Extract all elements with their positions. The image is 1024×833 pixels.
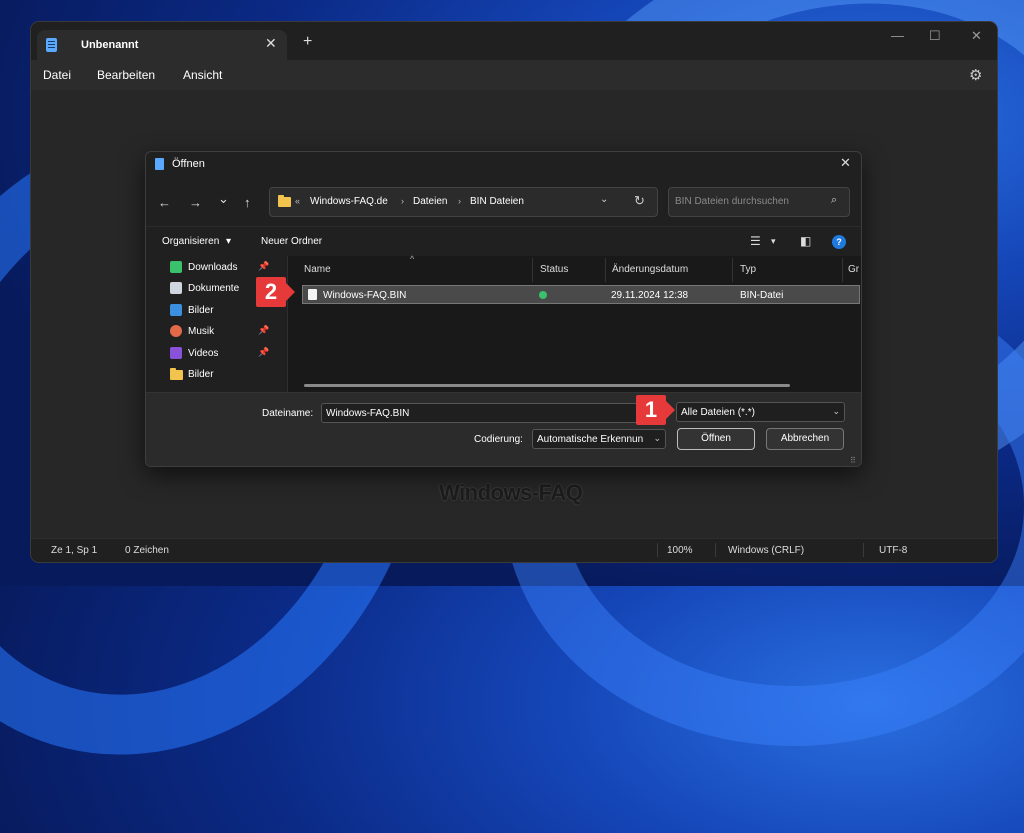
filetype-value: Alle Dateien (*.*) (681, 407, 755, 418)
status-encoding: UTF-8 (879, 545, 908, 556)
nav-item-label: Downloads (188, 262, 238, 273)
preview-pane-icon[interactable]: ◧ (800, 234, 811, 248)
nav-item-label: Dokumente (188, 283, 240, 294)
minimize-button[interactable]: — (891, 28, 904, 43)
folder-icon (170, 368, 183, 380)
file-list: Name ^ Status Änderungsdatum Typ Gr Wind… (288, 254, 861, 392)
nav-item-downloads[interactable]: Downloads 📌 (146, 258, 287, 278)
status-zoom: 100% (667, 545, 693, 556)
search-placeholder: BIN Dateien durchsuchen (675, 196, 789, 207)
close-button[interactable]: ✕ (971, 28, 982, 44)
column-header-status[interactable]: Status (532, 256, 604, 282)
watermark-text: Windows-FAQ (439, 480, 583, 505)
breadcrumb-separator: › (401, 196, 404, 206)
filetype-select[interactable]: Alle Dateien (*.*) ⌄ (676, 402, 845, 422)
annotation-badge-1: 1 (636, 395, 675, 425)
cancel-button[interactable]: Abbrechen (766, 428, 844, 450)
breadcrumb-bin-dateien[interactable]: BIN Dateien (470, 196, 524, 207)
nav-item-videos[interactable]: Videos 📌 (146, 344, 287, 364)
nav-item-pictures-folder[interactable]: Bilder (146, 365, 287, 385)
nav-item-label: Bilder (188, 305, 214, 316)
new-folder-button[interactable]: Neuer Ordner (261, 236, 322, 247)
forward-arrow-icon[interactable]: → (189, 195, 202, 210)
menu-view[interactable]: Ansicht (183, 68, 222, 82)
pin-icon[interactable]: 📌 (258, 261, 269, 272)
file-type: BIN-Datei (740, 290, 784, 301)
file-icon (308, 289, 317, 300)
file-date: 29.11.2024 12:38 (611, 290, 689, 301)
chevron-down-icon: ⌄ (653, 433, 661, 443)
open-file-dialog: Öffnen ✕ ← → ⌄ ↑ « Windows-FAQ.de › Date… (145, 151, 862, 467)
chevron-down-icon: ⌄ (832, 406, 840, 416)
tab-close-icon[interactable]: ✕ (265, 35, 277, 52)
status-char-count: 0 Zeichen (125, 545, 169, 556)
status-line-endings: Windows (CRLF) (728, 545, 805, 556)
folder-icon (278, 195, 291, 207)
file-row[interactable]: Windows-FAQ.BIN 29.11.2024 12:38 BIN-Dat… (302, 285, 860, 304)
filename-input[interactable]: Windows-FAQ.BIN (321, 403, 666, 423)
menu-edit[interactable]: Bearbeiten (97, 68, 155, 82)
new-tab-button[interactable]: + (303, 34, 312, 50)
annotation-badge-2: 2 (256, 277, 295, 307)
address-dropdown-chevron-icon[interactable]: ⌄ (600, 194, 608, 205)
music-icon (170, 325, 182, 337)
column-header-size[interactable]: Gr (840, 256, 860, 282)
dialog-close-icon[interactable]: ✕ (840, 155, 851, 171)
file-name: Windows-FAQ.BIN (323, 290, 407, 301)
breadcrumb-separator: › (458, 196, 461, 206)
dialog-toolbar: Organisieren ▾ Neuer Ordner ☰ ▾ ◧ ? (146, 226, 861, 257)
nav-item-label: Musik (188, 326, 215, 337)
breadcrumb-windows-faq[interactable]: Windows-FAQ.de (310, 196, 388, 207)
status-position: Ze 1, Sp 1 (51, 545, 98, 556)
column-header-date[interactable]: Änderungsdatum (604, 256, 732, 282)
help-icon[interactable]: ? (832, 235, 846, 249)
title-bar: Unbenannt ✕ + — ☐ ✕ (31, 22, 997, 60)
resize-grip-icon[interactable]: ⠿ (850, 456, 856, 465)
dialog-title: Öffnen (172, 158, 205, 170)
status-bar: Ze 1, Sp 1 0 Zeichen 100% Windows (CRLF)… (31, 538, 997, 562)
view-options-chevron-icon[interactable]: ▾ (771, 236, 776, 247)
settings-gear-icon[interactable]: ⚙ (969, 66, 982, 84)
menu-bar: Datei Bearbeiten Ansicht ⚙ (31, 60, 997, 90)
navigation-bar: ← → ⌄ ↑ « Windows-FAQ.de › Dateien › BIN… (146, 178, 861, 226)
nav-item-label: Videos (188, 348, 219, 359)
up-arrow-icon[interactable]: ↑ (244, 195, 251, 210)
sort-indicator-icon: ^ (410, 254, 415, 264)
tab-unbenannt[interactable]: Unbenannt ✕ (37, 30, 287, 60)
horizontal-scrollbar[interactable] (304, 384, 790, 387)
search-input[interactable]: BIN Dateien durchsuchen ⌕ (668, 187, 850, 217)
organize-chevron-icon[interactable]: ▾ (226, 236, 231, 247)
pin-icon[interactable]: 📌 (258, 347, 269, 358)
menu-file[interactable]: Datei (43, 68, 71, 82)
organize-button[interactable]: Organisieren (162, 236, 219, 247)
tab-title: Unbenannt (81, 39, 139, 51)
sync-ok-icon (539, 291, 547, 299)
filename-label: Dateiname: (262, 408, 314, 419)
encoding-select[interactable]: Automatische Erkennun ⌄ (532, 429, 666, 449)
documents-icon (170, 282, 182, 294)
refresh-icon[interactable]: ↻ (634, 193, 645, 209)
encoding-value: Automatische Erkennun (537, 434, 644, 445)
breadcrumb-overflow[interactable]: « (295, 196, 300, 206)
breadcrumb-dateien[interactable]: Dateien (413, 196, 447, 207)
notepad-icon (155, 158, 164, 170)
encoding-label: Codierung: (474, 434, 523, 445)
view-options-icon[interactable]: ☰ (750, 234, 761, 248)
videos-icon (170, 347, 182, 359)
address-bar[interactable]: « Windows-FAQ.de › Dateien › BIN Dateien… (269, 187, 658, 217)
search-icon[interactable]: ⌕ (831, 194, 837, 207)
pictures-icon (170, 304, 182, 316)
nav-item-music[interactable]: Musik 📌 (146, 322, 287, 342)
nav-item-label: Bilder (188, 369, 214, 380)
maximize-button[interactable]: ☐ (929, 28, 941, 44)
column-header-type[interactable]: Typ (732, 256, 840, 282)
download-icon (170, 261, 182, 273)
back-arrow-icon[interactable]: ← (158, 195, 171, 210)
open-button[interactable]: Öffnen (677, 428, 755, 450)
filename-value: Windows-FAQ.BIN (326, 408, 410, 419)
recent-locations-chevron-icon[interactable]: ⌄ (218, 191, 229, 207)
pin-icon[interactable]: 📌 (258, 325, 269, 336)
dialog-footer: Dateiname: Windows-FAQ.BIN Alle Dateien … (146, 392, 861, 466)
notepad-icon (46, 38, 57, 52)
